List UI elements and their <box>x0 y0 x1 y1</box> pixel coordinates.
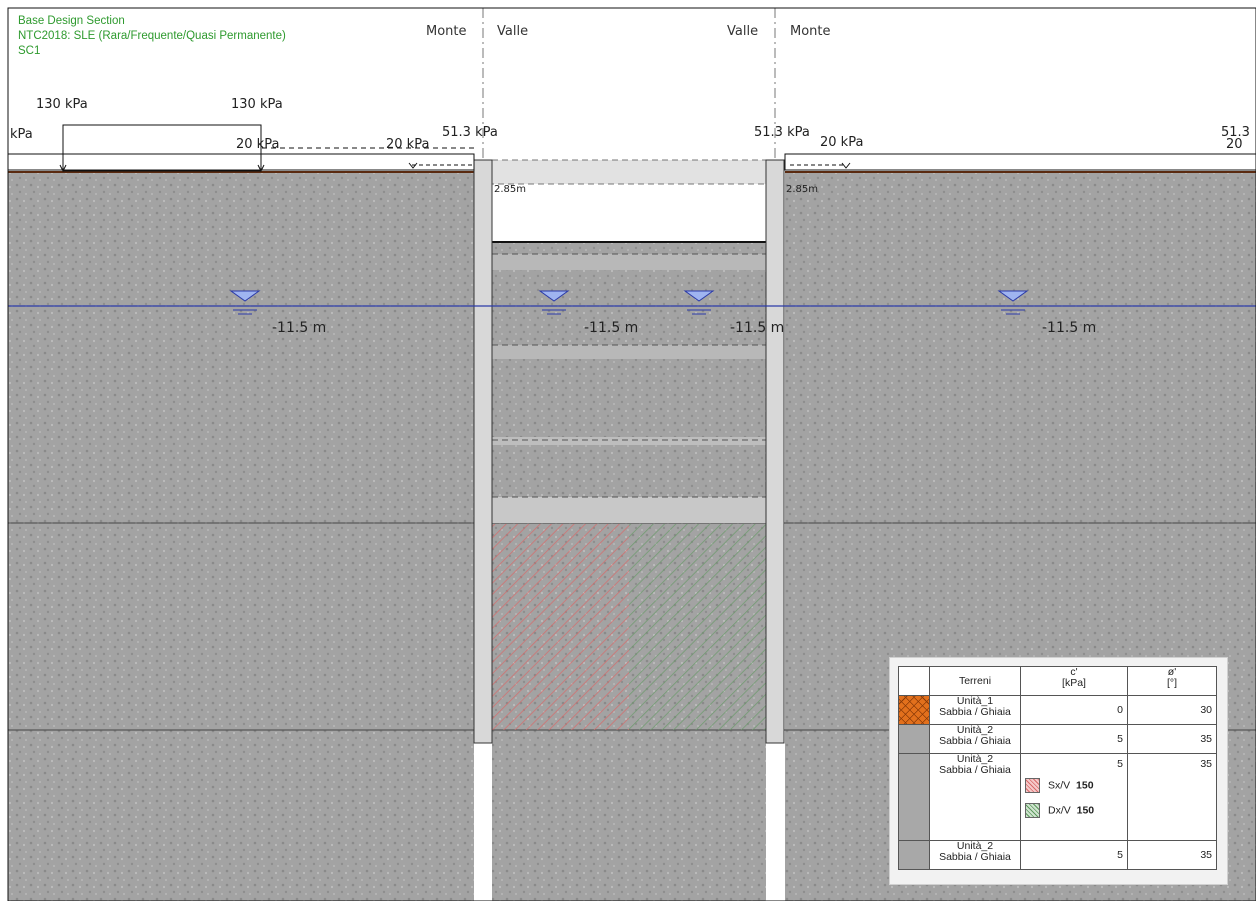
legend-row-phi: 35 <box>1127 840 1217 870</box>
depth-label-right: 2.85m <box>786 184 818 195</box>
legend-swatch-orange <box>899 696 929 724</box>
load-label-dist-b: 20 kPa <box>386 137 429 152</box>
hatch-zone-sx <box>492 524 629 730</box>
legend-row-type: Sabbia / Ghiaia <box>939 764 1011 776</box>
legend-row-phi: 35 <box>1127 753 1217 841</box>
legend-dx-entry: Dx/V 150 <box>1025 803 1123 818</box>
soil-legend-table: Terreni c' [kPa] ø' [°] Unità_1 Sabbia / … <box>898 666 1217 870</box>
water-label-4: -11.5 m <box>1042 320 1096 336</box>
sx-value: 150 <box>1076 779 1094 792</box>
load-label-edge-left: kPa <box>10 127 33 142</box>
legend-swatch-gray <box>899 754 929 840</box>
section-title: Base Design Section <box>18 15 125 27</box>
legend-row-c: 5 <box>1020 724 1128 754</box>
legend-row-phi: 30 <box>1127 695 1217 725</box>
label-left-valle: Valle <box>497 24 528 39</box>
legend-swatch-gray <box>899 841 929 869</box>
legend-row-type: Sabbia / Ghiaia <box>939 735 1011 747</box>
depth-label-left: 2.85m <box>494 184 526 195</box>
load-label-point-left: 51.3 kPa <box>442 125 498 140</box>
legend-col-c: c' [kPa] <box>1020 666 1128 696</box>
legend-swatch-gray <box>899 725 929 753</box>
section-header: Base Design Section NTC2018: SLE (Rara/F… <box>18 14 286 59</box>
label-right-valle: Valle <box>727 24 758 39</box>
label-left-monte: Monte <box>426 24 467 39</box>
section-norm: NTC2018: SLE (Rara/Frequente/Quasi Perma… <box>18 30 286 42</box>
load-distributed-right <box>784 153 1256 171</box>
water-label-3: -11.5 m <box>730 320 784 336</box>
section-combo: SC1 <box>18 45 41 57</box>
right-wall <box>765 159 785 744</box>
load-strip <box>59 124 265 173</box>
load-label-strip-left: 130 kPa <box>36 97 88 112</box>
legend-col-terreni: Terreni <box>929 666 1021 696</box>
legend-row: Unità_2 Sabbia / Ghiaia 5 Sx/V 150 Dx/V 1… <box>898 753 1217 841</box>
left-wall <box>473 159 493 744</box>
label-right-monte: Monte <box>790 24 831 39</box>
sx-hatch-swatch <box>1025 778 1040 793</box>
legend-header-row: Terreni c' [kPa] ø' [°] <box>898 666 1217 696</box>
dx-value: 150 <box>1076 804 1095 817</box>
legend-row-c: 0 <box>1020 695 1128 725</box>
legend-row-type: Sabbia / Ghiaia <box>939 706 1011 718</box>
legend-row-c: 5 <box>1117 758 1123 770</box>
legend-col-phi: ø' [°] <box>1127 666 1217 696</box>
water-label-1: -11.5 m <box>272 320 326 336</box>
dx-hatch-swatch <box>1025 803 1040 818</box>
legend-sx-entry: Sx/V 150 <box>1025 778 1123 793</box>
legend-row: Unità_2 Sabbia / Ghiaia 5 35 <box>898 840 1217 870</box>
water-label-2: -11.5 m <box>584 320 638 336</box>
load-label-dist-a: 20 kPa <box>236 137 279 152</box>
legend-row: Unità_2 Sabbia / Ghiaia 5 35 <box>898 724 1217 754</box>
legend-col-phi-unit: [°] <box>1166 677 1178 689</box>
dx-label: Dx/V <box>1048 804 1071 817</box>
legend-row-type: Sabbia / Ghiaia <box>939 851 1011 863</box>
legend-col-c-unit: [kPa] <box>1062 677 1086 689</box>
load-label-dist-right: 20 kPa <box>820 135 863 150</box>
load-label-point-right: 51.3 kPa <box>754 125 810 140</box>
hatch-zone-dx <box>629 524 766 730</box>
legend-row-c: 5 <box>1020 840 1128 870</box>
load-label-edge-right-2: 20 <box>1226 137 1243 152</box>
legend-row-phi: 35 <box>1127 724 1217 754</box>
sx-label: Sx/V <box>1048 779 1071 792</box>
legend-row: Unità_1 Sabbia / Ghiaia 0 30 <box>898 695 1217 725</box>
soil-left <box>8 172 474 901</box>
soil-legend: Terreni c' [kPa] ø' [°] Unità_1 Sabbia / … <box>889 657 1228 885</box>
load-label-strip-right: 130 kPa <box>231 97 283 112</box>
